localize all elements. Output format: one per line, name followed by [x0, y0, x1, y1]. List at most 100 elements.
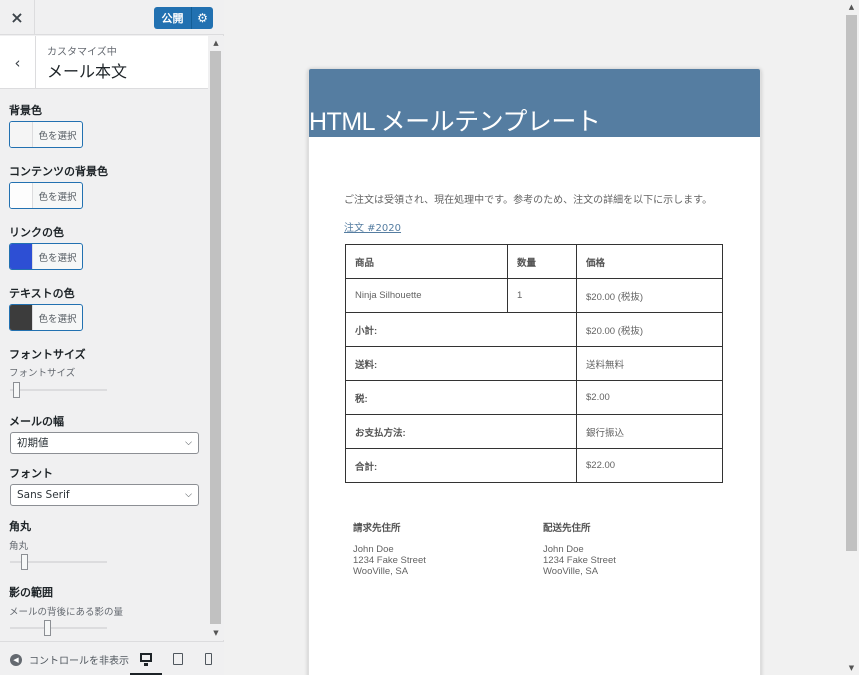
shipping-line: WooVille, SA: [543, 566, 599, 577]
slider-track: [10, 389, 107, 391]
tax-value: $2.00: [576, 380, 723, 415]
font-select[interactable]: Sans Serif ⌵: [10, 484, 199, 506]
total-label: 合計:: [345, 448, 577, 483]
font-size-slider[interactable]: [10, 382, 107, 398]
customizer-sidebar: × 公開 ⚙ ‹ カスタマイズ中 メール本文 ▲ ▼ 背景色 色を選択 コンテン…: [0, 0, 224, 675]
email-width-select[interactable]: 初期値 ⌵: [10, 432, 199, 454]
email-width-label: メールの幅: [9, 415, 64, 428]
content-bg-color-button[interactable]: 色を選択: [9, 182, 83, 209]
text-color-button-label: 色を選択: [38, 313, 77, 325]
collapse-icon: ◀: [10, 653, 22, 666]
preview-scrollbar[interactable]: ▲ ▼: [844, 0, 859, 675]
customizer-topbar: × 公開 ⚙: [0, 0, 224, 35]
bg-color-label: 背景色: [9, 104, 42, 117]
order-link[interactable]: 注文 #2020: [344, 219, 401, 234]
total-value: $22.00: [576, 448, 723, 483]
chevron-down-icon: ⌵: [185, 490, 192, 500]
billing-address: 請求先住所 John Doe 1234 Fake Street WooVille…: [353, 520, 426, 577]
rounded-sublabel: 角丸: [9, 541, 29, 552]
table-row: 送料: 送料無料: [345, 346, 723, 381]
scroll-thumb[interactable]: [846, 15, 857, 551]
item-name: Ninja Silhouette: [345, 278, 508, 313]
payment-method-label: お支払方法:: [345, 414, 577, 449]
shadow-slider[interactable]: [10, 620, 107, 636]
hide-controls-label: コントロールを非表示: [29, 656, 129, 667]
table-row: 税: $2.00: [345, 380, 723, 415]
payment-method-value: 銀行振込: [576, 414, 723, 449]
table-row: 小計: $20.00 (税抜): [345, 312, 723, 347]
subtotal-value: $20.00 (税抜): [576, 312, 723, 347]
shipping-value: 送料無料: [576, 346, 723, 381]
publish-group: 公開 ⚙: [154, 7, 213, 29]
shipping-line: John Doe: [543, 544, 584, 555]
section-title: メール本文: [47, 62, 128, 81]
link-color-button[interactable]: 色を選択: [9, 243, 83, 270]
scroll-up-icon[interactable]: ▲: [208, 36, 224, 50]
hide-controls-button[interactable]: ◀ コントロールを非表示: [10, 652, 129, 667]
slider-handle[interactable]: [13, 382, 20, 398]
scroll-down-icon[interactable]: ▼: [208, 626, 224, 640]
slider-handle[interactable]: [21, 554, 28, 570]
shadow-sublabel: メールの背後にある影の量: [9, 607, 124, 618]
item-price: $20.00 (税抜): [576, 278, 723, 313]
tablet-icon[interactable]: [162, 642, 194, 675]
content-bg-color-swatch: [10, 183, 33, 208]
table-row: お支払方法: 銀行振込: [345, 414, 723, 449]
slider-handle[interactable]: [44, 620, 51, 636]
text-color-button[interactable]: 色を選択: [9, 304, 83, 331]
billing-line: 1234 Fake Street: [353, 555, 426, 566]
header-qty: 数量: [507, 244, 577, 279]
billing-line: John Doe: [353, 544, 394, 555]
slider-track: [10, 627, 107, 629]
billing-title: 請求先住所: [353, 523, 401, 534]
gear-icon[interactable]: ⚙: [191, 7, 213, 29]
bg-color-swatch: [10, 122, 33, 147]
font-label: フォント: [9, 467, 53, 480]
chevron-down-icon: ⌵: [185, 438, 192, 448]
order-table: 商品 数量 価格 Ninja Silhouette 1 $20.00 (税抜) …: [345, 244, 723, 483]
email-title: HTML メールテンプレート: [309, 108, 601, 136]
shipping-address: 配送先住所 John Doe 1234 Fake Street WooVille…: [543, 520, 616, 577]
email-header: HTML メールテンプレート: [309, 69, 760, 137]
bg-color-button[interactable]: 色を選択: [9, 121, 83, 148]
scroll-down-icon[interactable]: ▼: [844, 661, 859, 675]
close-icon[interactable]: ×: [0, 0, 35, 35]
link-color-swatch: [10, 244, 33, 269]
customizer-footer: ◀ コントロールを非表示: [0, 641, 224, 675]
back-icon[interactable]: ‹: [0, 36, 36, 89]
email-container: HTML メールテンプレート ご注文は受領され、現在処理中です。参考のため、注文…: [308, 68, 761, 675]
table-header-row: 商品 数量 価格: [345, 244, 723, 279]
breadcrumb: カスタマイズ中: [47, 47, 117, 58]
link-color-button-label: 色を選択: [38, 252, 77, 264]
table-row: 合計: $22.00: [345, 448, 723, 483]
email-intro: ご注文は受領され、現在処理中です。参考のため、注文の詳細を以下に示します。: [344, 195, 713, 206]
shipping-line: 1234 Fake Street: [543, 555, 616, 566]
desktop-icon[interactable]: [130, 642, 162, 675]
scroll-up-icon[interactable]: ▲: [844, 0, 859, 14]
item-qty: 1: [507, 278, 577, 313]
header-product: 商品: [345, 244, 508, 279]
publish-button[interactable]: 公開: [154, 7, 191, 29]
billing-line: WooVille, SA: [353, 566, 409, 577]
shipping-title: 配送先住所: [543, 523, 591, 534]
table-row: Ninja Silhouette 1 $20.00 (税抜): [345, 278, 723, 313]
bg-color-button-label: 色を選択: [38, 130, 77, 142]
text-color-swatch: [10, 305, 33, 330]
content-bg-color-button-label: 色を選択: [38, 191, 77, 203]
font-size-sublabel: フォントサイズ: [9, 368, 76, 379]
scroll-thumb[interactable]: [210, 51, 221, 624]
shipping-label: 送料:: [345, 346, 577, 381]
rounded-label: 角丸: [9, 520, 31, 533]
link-color-label: リンクの色: [9, 226, 64, 239]
email-preview-pane: HTML メールテンプレート ご注文は受領され、現在処理中です。参考のため、注文…: [225, 0, 844, 675]
header-price: 価格: [576, 244, 723, 279]
shadow-label: 影の範囲: [9, 586, 53, 599]
sidebar-scrollbar[interactable]: ▲ ▼: [208, 36, 224, 640]
rounded-slider[interactable]: [10, 554, 107, 570]
content-bg-color-label: コンテンツの背景色: [9, 165, 108, 178]
font-value: Sans Serif: [17, 489, 70, 501]
mobile-icon[interactable]: [192, 642, 224, 675]
controls-panel: 背景色 色を選択 コンテンツの背景色 色を選択 リンクの色 色を選択 テキストの…: [0, 90, 208, 640]
subtotal-label: 小計:: [345, 312, 577, 347]
font-size-label: フォントサイズ: [9, 348, 86, 361]
